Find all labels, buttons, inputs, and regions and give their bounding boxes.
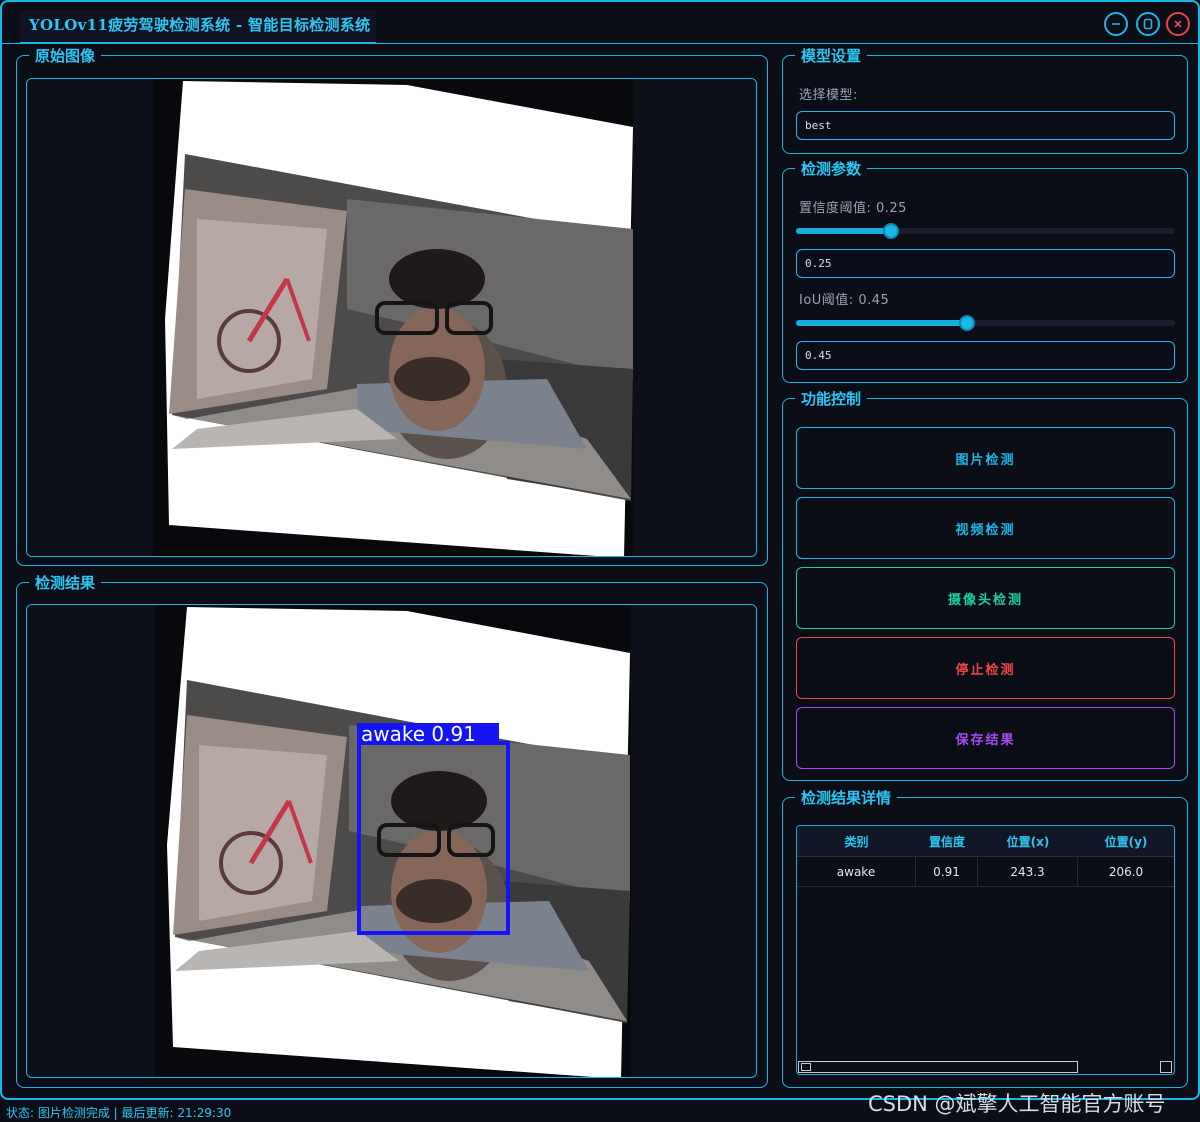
original-image (27, 79, 756, 556)
close-button[interactable] (1166, 12, 1190, 36)
model-select[interactable]: best (796, 111, 1175, 140)
table-header: 类别 置信度 位置(x) 位置(y) (797, 826, 1174, 857)
scrollbar-corner (1160, 1061, 1172, 1073)
iou-input[interactable]: 0.45 (796, 341, 1175, 370)
maximize-icon (1143, 18, 1153, 30)
cell-y[interactable]: 206.0 (1078, 857, 1174, 886)
maximize-button[interactable] (1136, 12, 1160, 36)
camera-detect-button[interactable]: 摄像头检测 (796, 567, 1175, 629)
detection-image-view: awake 0.91 (26, 604, 757, 1078)
status-text: 状态: 图片检测完成 | 最后更新: 21:29:30 (6, 1106, 232, 1120)
window-title: YOLOv11疲劳驾驶检测系统 - 智能目标检测系统 (29, 16, 371, 34)
column-header-class[interactable]: 类别 (797, 826, 916, 856)
cell-confidence[interactable]: 0.91 (916, 857, 978, 886)
cell-x[interactable]: 243.3 (978, 857, 1078, 886)
image-detect-button[interactable]: 图片检测 (796, 427, 1175, 489)
iou-slider-fill (796, 320, 967, 326)
detection-params-title: 检测参数 (795, 160, 868, 178)
confidence-label: 置信度阈值: 0.25 (799, 201, 907, 216)
column-header-confidence[interactable]: 置信度 (916, 826, 978, 856)
detection-result-title: 检测结果 (29, 574, 102, 592)
stop-detect-button[interactable]: 停止检测 (796, 637, 1175, 699)
scrollbar-handle[interactable] (801, 1063, 811, 1071)
horizontal-scrollbar[interactable] (798, 1061, 1078, 1073)
title-bar[interactable]: YOLOv11疲劳驾驶检测系统 - 智能目标检测系统 (2, 2, 1198, 44)
column-header-x[interactable]: 位置(x) (978, 826, 1078, 856)
video-detect-button[interactable]: 视频检测 (796, 497, 1175, 559)
minimize-icon (1112, 23, 1120, 25)
model-settings-title: 模型设置 (795, 47, 868, 65)
results-detail-title: 检测结果详情 (795, 789, 898, 807)
watermark: CSDN @斌擎人工智能官方账号 (868, 1092, 1166, 1116)
column-header-y[interactable]: 位置(y) (1078, 826, 1174, 856)
iou-slider[interactable] (796, 315, 1175, 331)
detection-image: awake 0.91 (27, 605, 756, 1077)
close-icon (1174, 20, 1182, 28)
model-select-label: 选择模型: (799, 88, 858, 103)
detection-label: awake 0.91 (361, 722, 476, 746)
table-row[interactable]: awake 0.91 243.3 206.0 (797, 857, 1174, 887)
confidence-slider-fill (796, 228, 891, 234)
original-image-view (26, 78, 757, 557)
results-table[interactable]: 类别 置信度 位置(x) 位置(y) awake 0.91 243.3 206.… (796, 825, 1175, 1075)
original-image-title: 原始图像 (29, 47, 102, 65)
confidence-input[interactable]: 0.25 (796, 249, 1175, 278)
confidence-slider-handle[interactable] (882, 223, 899, 239)
iou-slider-handle[interactable] (958, 315, 975, 331)
save-result-button[interactable]: 保存结果 (796, 707, 1175, 769)
function-control-title: 功能控制 (795, 390, 868, 408)
cell-class[interactable]: awake (797, 857, 916, 886)
iou-label: IoU阈值: 0.45 (799, 293, 890, 308)
confidence-slider[interactable] (796, 223, 1175, 239)
main-window: YOLOv11疲劳驾驶检测系统 - 智能目标检测系统 原始图像 检测结果 awa… (0, 0, 1200, 1100)
minimize-button[interactable] (1104, 12, 1128, 36)
